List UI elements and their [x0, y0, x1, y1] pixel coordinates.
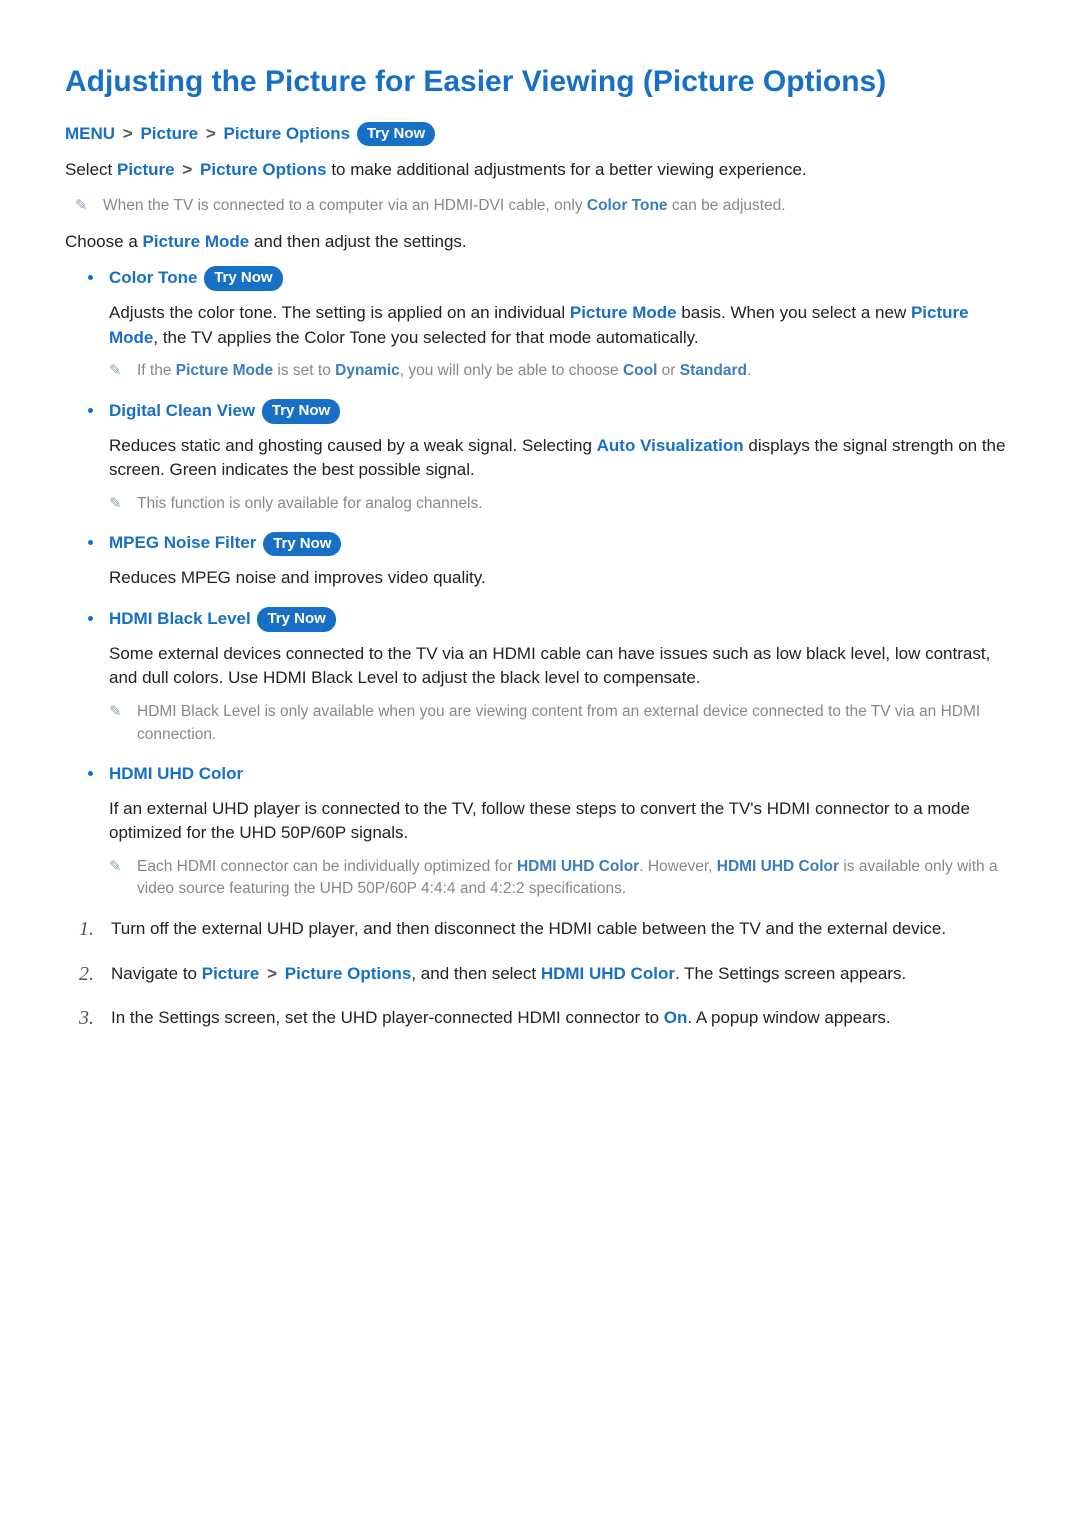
link-hdmi-uhd-color[interactable]: HDMI UHD Color	[541, 964, 675, 983]
breadcrumb-picture[interactable]: Picture	[140, 124, 198, 143]
link-picture[interactable]: Picture	[202, 964, 260, 983]
link-picture-mode[interactable]: Picture Mode	[570, 303, 677, 322]
breadcrumb-picture-options[interactable]: Picture Options	[224, 124, 351, 143]
note-hdmi-uhd: ✎ Each HDMI connector can be individuall…	[109, 856, 1020, 901]
option-title-color-tone[interactable]: Color Tone	[109, 268, 197, 287]
text: . However,	[639, 858, 717, 875]
note-hdmi-dvi: ✎ When the TV is connected to a computer…	[75, 195, 1020, 217]
text: This function is only available for anal…	[137, 495, 483, 512]
try-now-button[interactable]: Try Now	[204, 266, 282, 291]
text: , and then select	[411, 964, 540, 983]
breadcrumb-menu[interactable]: MENU	[65, 124, 115, 143]
text: . A popup window appears.	[687, 1008, 890, 1027]
text: Navigate to	[111, 964, 202, 983]
chevron-right-icon: >	[267, 964, 277, 983]
chevron-right-icon: >	[182, 160, 192, 179]
link-hdmi-uhd-color[interactable]: HDMI UHD Color	[517, 858, 639, 875]
breadcrumb: MENU > Picture > Picture Options Try Now	[65, 122, 1020, 147]
option-desc: Adjusts the color tone. The setting is a…	[109, 301, 1020, 350]
option-title-dcv[interactable]: Digital Clean View	[109, 401, 255, 420]
text: Select	[65, 160, 117, 179]
option-hdmi-black-level: HDMI Black Level Try Now Some external d…	[105, 607, 1020, 746]
note-color-tone: ✎ If the Picture Mode is set to Dynamic,…	[109, 360, 1020, 382]
link-picture-options[interactable]: Picture Options	[200, 160, 327, 179]
text: . The Settings screen appears.	[675, 964, 906, 983]
try-now-button[interactable]: Try Now	[262, 399, 340, 424]
link-hdmi-uhd-color[interactable]: HDMI UHD Color	[717, 858, 839, 875]
link-auto-visualization[interactable]: Auto Visualization	[597, 436, 744, 455]
try-now-button[interactable]: Try Now	[257, 607, 335, 632]
text: , you will only be able to choose	[400, 362, 623, 379]
option-digital-clean-view: Digital Clean View Try Now Reduces stati…	[105, 399, 1020, 516]
text: basis. When you select a new	[677, 303, 911, 322]
text: is set to	[273, 362, 335, 379]
link-picture[interactable]: Picture	[117, 160, 175, 179]
pencil-icon: ✎	[109, 493, 122, 515]
link-picture-options[interactable]: Picture Options	[285, 964, 412, 983]
option-desc: Reduces MPEG noise and improves video qu…	[109, 566, 1020, 591]
text: to make additional adjustments for a bet…	[327, 160, 807, 179]
link-dynamic[interactable]: Dynamic	[335, 362, 400, 379]
chevron-right-icon: >	[206, 124, 216, 143]
text: , the TV applies the Color Tone you sele…	[153, 328, 698, 347]
text: or	[657, 362, 679, 379]
pencil-icon: ✎	[109, 701, 122, 723]
chevron-right-icon: >	[123, 124, 133, 143]
option-mpeg-noise-filter: MPEG Noise Filter Try Now Reduces MPEG n…	[105, 531, 1020, 591]
link-on[interactable]: On	[664, 1008, 688, 1027]
text: HDMI Black Level is only available when …	[137, 703, 980, 742]
text: .	[747, 362, 751, 379]
page-title: Adjusting the Picture for Easier Viewing…	[65, 60, 1020, 104]
text: Each HDMI connector can be individually …	[137, 858, 517, 875]
option-title-mpeg[interactable]: MPEG Noise Filter	[109, 533, 256, 552]
step-3: In the Settings screen, set the UHD play…	[79, 1006, 1020, 1031]
link-standard[interactable]: Standard	[680, 362, 747, 379]
text: In the Settings screen, set the UHD play…	[111, 1008, 664, 1027]
option-color-tone: Color Tone Try Now Adjusts the color ton…	[105, 266, 1020, 383]
step-2: Navigate to Picture > Picture Options, a…	[79, 962, 1020, 987]
try-now-button[interactable]: Try Now	[357, 122, 435, 147]
text: and then adjust the settings.	[249, 232, 466, 251]
option-desc: Some external devices connected to the T…	[109, 642, 1020, 691]
step-1: Turn off the external UHD player, and th…	[79, 917, 1020, 942]
steps-list: Turn off the external UHD player, and th…	[79, 917, 1020, 1031]
note-dcv: ✎ This function is only available for an…	[109, 493, 1020, 515]
pencil-icon: ✎	[109, 856, 122, 878]
link-cool[interactable]: Cool	[623, 362, 657, 379]
text: If the	[137, 362, 176, 379]
note-hdmi-black: ✎ HDMI Black Level is only available whe…	[109, 701, 1020, 746]
option-desc: Reduces static and ghosting caused by a …	[109, 434, 1020, 483]
text: Adjusts the color tone. The setting is a…	[109, 303, 570, 322]
text: Choose a	[65, 232, 143, 251]
link-picture-mode[interactable]: Picture Mode	[143, 232, 250, 251]
option-title-hdmi-uhd[interactable]: HDMI UHD Color	[109, 764, 243, 783]
intro-text: Select Picture > Picture Options to make…	[65, 158, 1020, 183]
option-hdmi-uhd-color: HDMI UHD Color If an external UHD player…	[105, 762, 1020, 901]
text: When the TV is connected to a computer v…	[103, 197, 587, 214]
pencil-icon: ✎	[109, 360, 122, 382]
try-now-button[interactable]: Try Now	[263, 532, 341, 557]
link-color-tone[interactable]: Color Tone	[587, 197, 668, 214]
choose-text: Choose a Picture Mode and then adjust th…	[65, 230, 1020, 255]
link-picture-mode[interactable]: Picture Mode	[176, 362, 273, 379]
text: Reduces static and ghosting caused by a …	[109, 436, 597, 455]
option-desc: If an external UHD player is connected t…	[109, 797, 1020, 846]
pencil-icon: ✎	[75, 195, 88, 217]
option-title-hdmi-black[interactable]: HDMI Black Level	[109, 609, 251, 628]
text: can be adjusted.	[668, 197, 786, 214]
